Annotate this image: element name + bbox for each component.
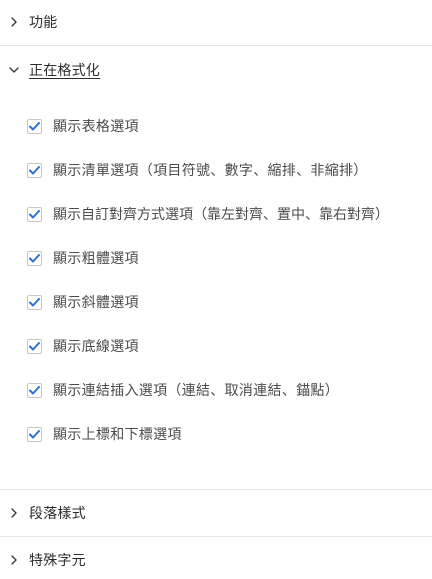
check-icon bbox=[29, 429, 40, 438]
check-icon bbox=[29, 341, 40, 350]
section-special-characters-header[interactable]: 特殊字元 bbox=[0, 538, 432, 579]
checkbox[interactable] bbox=[27, 338, 42, 354]
chevron-down-icon bbox=[9, 65, 19, 75]
option-italic[interactable]: 顯示斜體選項 bbox=[27, 292, 139, 312]
option-label: 顯示連結插入選項（連結、取消連結、錨點） bbox=[53, 383, 339, 399]
chevron-right-icon bbox=[9, 17, 19, 27]
checkbox[interactable] bbox=[27, 294, 42, 310]
divider bbox=[0, 536, 432, 537]
checkbox[interactable] bbox=[27, 250, 42, 266]
option-label: 顯示底線選項 bbox=[53, 339, 139, 355]
section-features-header[interactable]: 功能 bbox=[0, 0, 432, 44]
option-table[interactable]: 顯示表格選項 bbox=[27, 116, 139, 136]
check-icon bbox=[29, 297, 40, 306]
option-label: 顯示清單選項（項目符號、數字、縮排、非縮排） bbox=[53, 163, 368, 179]
section-features-title: 功能 bbox=[29, 15, 58, 31]
checkbox[interactable] bbox=[27, 162, 42, 178]
divider bbox=[0, 489, 432, 490]
rte-settings-panel: 功能 正在格式化 顯示表格選項 顯示清單選項（項目符號、數字、縮排、非縮排） 顯… bbox=[0, 0, 432, 579]
check-icon bbox=[29, 121, 40, 130]
option-list[interactable]: 顯示清單選項（項目符號、數字、縮排、非縮排） bbox=[27, 160, 368, 180]
check-icon bbox=[29, 165, 40, 174]
section-formatting-header[interactable]: 正在格式化 bbox=[0, 48, 432, 92]
section-paragraph-styles-title: 段落樣式 bbox=[29, 506, 86, 522]
check-icon bbox=[29, 253, 40, 262]
option-label: 顯示表格選項 bbox=[53, 119, 139, 135]
checkbox[interactable] bbox=[27, 206, 42, 222]
chevron-right-icon bbox=[9, 555, 19, 565]
section-formatting-title: 正在格式化 bbox=[29, 63, 100, 79]
option-label: 顯示自訂對齊方式選項（靠左對齊、置中、靠右對齊） bbox=[53, 207, 389, 223]
checkbox[interactable] bbox=[27, 426, 42, 442]
chevron-right-icon bbox=[9, 508, 19, 518]
option-superscript-subscript[interactable]: 顯示上標和下標選項 bbox=[27, 424, 182, 444]
option-link[interactable]: 顯示連結插入選項（連結、取消連結、錨點） bbox=[27, 380, 339, 400]
section-special-characters-title: 特殊字元 bbox=[29, 553, 86, 569]
check-icon bbox=[29, 385, 40, 394]
option-alignment[interactable]: 顯示自訂對齊方式選項（靠左對齊、置中、靠右對齊） bbox=[27, 204, 389, 224]
checkbox[interactable] bbox=[27, 118, 42, 134]
check-icon bbox=[29, 209, 40, 218]
option-label: 顯示斜體選項 bbox=[53, 295, 139, 311]
option-underline[interactable]: 顯示底線選項 bbox=[27, 336, 139, 356]
section-paragraph-styles-header[interactable]: 段落樣式 bbox=[0, 491, 432, 535]
checkbox[interactable] bbox=[27, 382, 42, 398]
option-label: 顯示粗體選項 bbox=[53, 251, 139, 267]
option-label: 顯示上標和下標選項 bbox=[53, 427, 182, 443]
option-bold[interactable]: 顯示粗體選項 bbox=[27, 248, 139, 268]
divider bbox=[0, 45, 432, 46]
